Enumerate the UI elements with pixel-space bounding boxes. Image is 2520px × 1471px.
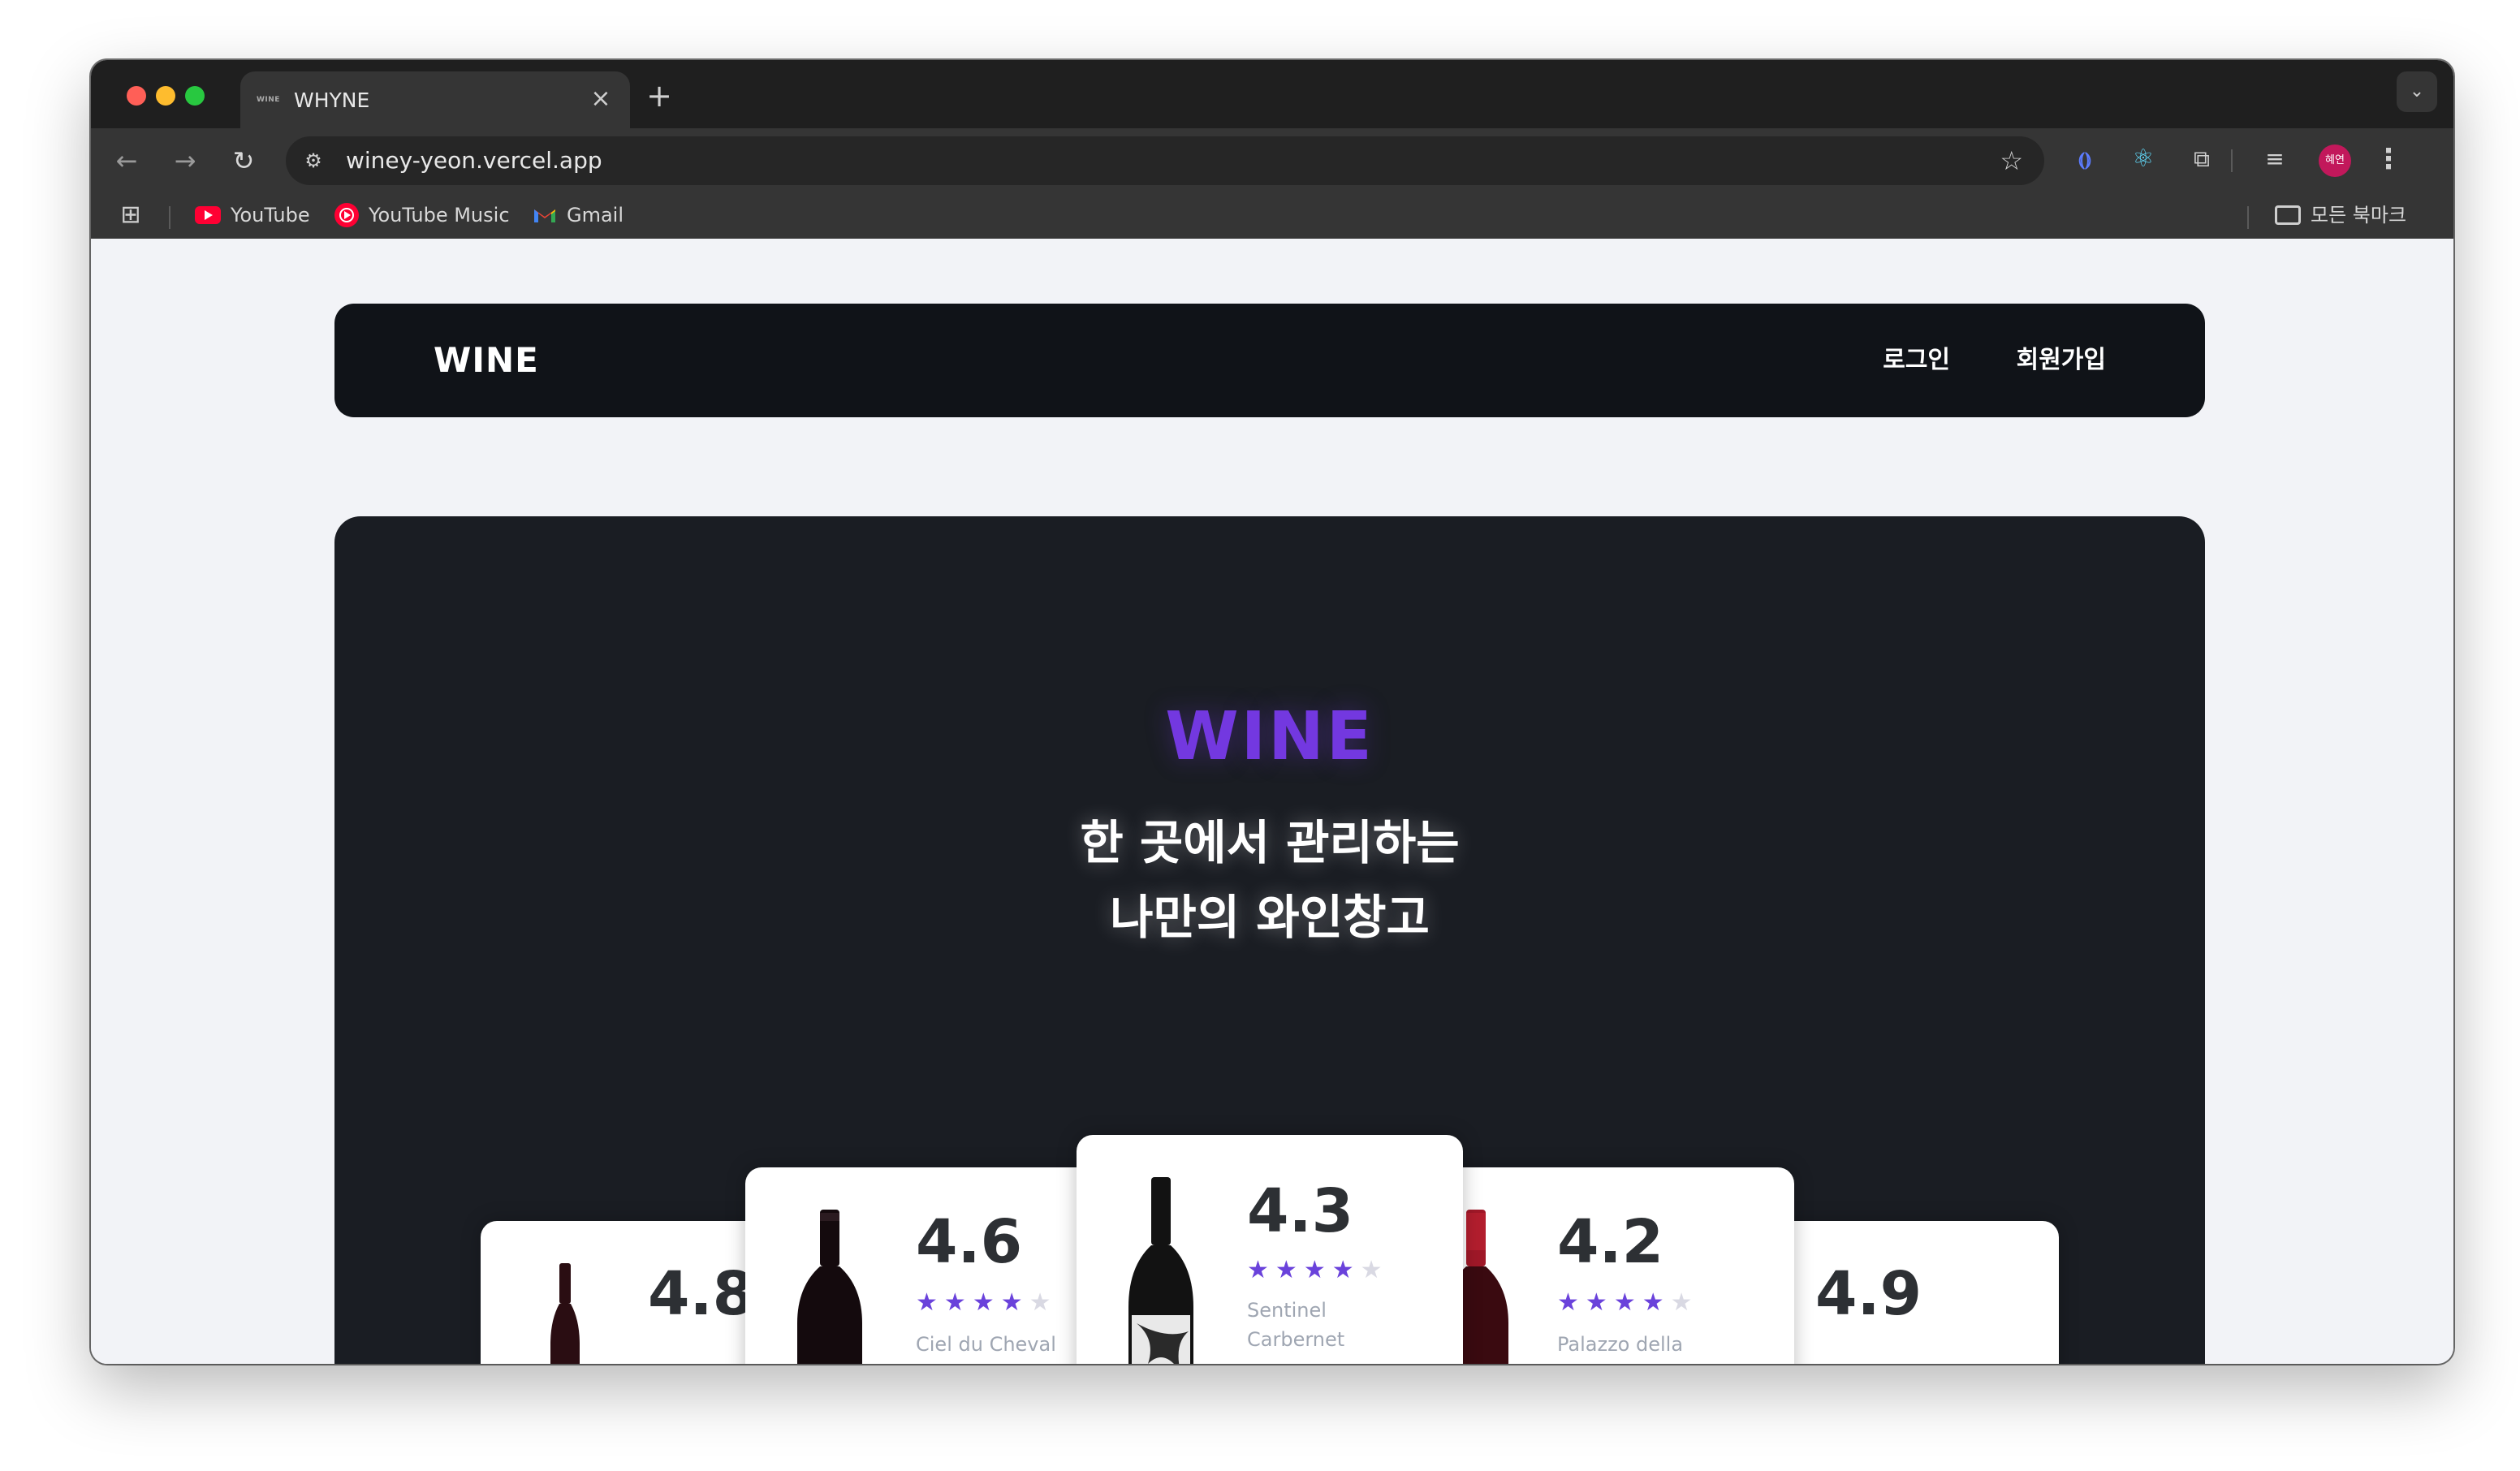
reload-icon[interactable]: ↻ bbox=[227, 145, 260, 177]
bookmarks-divider bbox=[169, 206, 170, 229]
bookmark-label: YouTube Music bbox=[369, 204, 510, 226]
wine-rating: 4.3 bbox=[1247, 1176, 1354, 1246]
browser-toolbar: ← → ↻ ⚙ winey-yeon.vercel.app ☆ ⦅⦆ ⚛ ⧉ ≡… bbox=[91, 128, 2453, 192]
page-viewport: WINE 로그인 회원가입 WINE 한 곳에서 관리하는 나만의 와인창고 4… bbox=[91, 239, 2453, 1364]
voice-extension-icon[interactable]: ⦅⦆ bbox=[2069, 143, 2101, 175]
signup-link[interactable]: 회원가입 bbox=[2017, 343, 2106, 378]
wine-rating: 4.9 bbox=[1815, 1259, 1922, 1329]
wine-name: Palazzo della bbox=[1557, 1333, 1684, 1356]
star-filled-icon: ★ bbox=[916, 1288, 938, 1317]
more-menu-icon[interactable]: ⋮ bbox=[2372, 143, 2405, 175]
maximize-window-button[interactable] bbox=[185, 86, 205, 106]
bookmark-gmail[interactable]: Gmail bbox=[533, 201, 624, 229]
youtube-music-icon bbox=[334, 203, 359, 227]
wine-bottle-icon bbox=[797, 1210, 862, 1364]
hero-logo: WINE bbox=[1165, 698, 1374, 775]
wine-card[interactable]: 4.6 ★ ★ ★ ★ ★ Ciel du Cheval bbox=[745, 1167, 1094, 1364]
youtube-icon bbox=[195, 206, 221, 224]
star-rating: ★ ★ ★ ★ ★ bbox=[1247, 1257, 1383, 1284]
bookmark-star-icon[interactable]: ☆ bbox=[2000, 146, 2023, 175]
forward-arrow-icon[interactable]: → bbox=[169, 145, 201, 177]
gmail-icon bbox=[534, 209, 555, 222]
close-tab-icon[interactable]: × bbox=[588, 86, 614, 112]
star-filled-icon: ★ bbox=[1642, 1288, 1664, 1317]
star-filled-icon: ★ bbox=[1303, 1256, 1326, 1284]
tab-favicon-icon: WINE bbox=[257, 96, 280, 104]
star-filled-icon: ★ bbox=[972, 1288, 995, 1317]
star-filled-icon: ★ bbox=[1585, 1288, 1607, 1317]
react-devtools-icon[interactable]: ⚛ bbox=[2127, 143, 2160, 175]
tab-title: WHYNE bbox=[294, 88, 370, 112]
star-filled-icon: ★ bbox=[1000, 1288, 1023, 1317]
wine-name-line2: Carbernet bbox=[1247, 1328, 1345, 1351]
star-rating: ★ ★ ★ ★ ★ bbox=[916, 1289, 1051, 1317]
tab-search-chevron-icon[interactable]: ⌄ bbox=[2397, 71, 2437, 112]
media-controls-icon[interactable]: ≡ bbox=[2259, 143, 2291, 175]
wine-card[interactable]: 4.9 bbox=[1767, 1221, 2059, 1364]
bookmark-youtube-music[interactable]: YouTube Music bbox=[334, 201, 510, 229]
site-info-icon[interactable]: ⚙ bbox=[300, 148, 326, 174]
all-bookmarks-button[interactable]: 모든 북마크 bbox=[2275, 201, 2406, 229]
site-header: WINE 로그인 회원가입 bbox=[334, 304, 2205, 417]
wine-card[interactable]: 4.2 ★ ★ ★ ★ ★ Palazzo della bbox=[1443, 1167, 1794, 1364]
hero-headline-line1: 한 곳에서 관리하는 bbox=[1080, 815, 1460, 870]
hero-headline-line2: 나만의 와인창고 bbox=[1110, 890, 1430, 945]
wine-card[interactable]: 4.8 bbox=[481, 1221, 773, 1364]
apps-grid-icon[interactable]: ⊞ bbox=[119, 203, 143, 227]
all-bookmarks-label: 모든 북마크 bbox=[2311, 204, 2407, 226]
browser-window: WINE WHYNE × + ⌄ ← → ↻ ⚙ winey-yeon.verc… bbox=[91, 60, 2453, 1364]
folder-icon bbox=[2275, 205, 2301, 225]
close-window-button[interactable] bbox=[127, 86, 146, 106]
url-text[interactable]: winey-yeon.vercel.app bbox=[346, 147, 602, 175]
wine-name: Ciel du Cheval bbox=[916, 1333, 1056, 1356]
profile-avatar[interactable]: 혜연 bbox=[2319, 145, 2351, 177]
wine-bottle-icon bbox=[550, 1263, 580, 1364]
login-link[interactable]: 로그인 bbox=[1883, 343, 1950, 378]
bookmark-label: Gmail bbox=[567, 204, 624, 226]
wine-card[interactable]: 4.3 ★ ★ ★ ★ ★ Sentinel Carbernet bbox=[1077, 1135, 1463, 1364]
site-logo[interactable]: WINE bbox=[434, 338, 539, 383]
minimize-window-button[interactable] bbox=[156, 86, 175, 106]
star-filled-icon: ★ bbox=[943, 1288, 966, 1317]
back-arrow-icon[interactable]: ← bbox=[110, 145, 143, 177]
bookmark-youtube[interactable]: YouTube bbox=[195, 201, 310, 229]
extensions-puzzle-icon[interactable]: ⧉ bbox=[2186, 143, 2218, 175]
bookmarks-divider bbox=[2247, 206, 2249, 229]
star-rating: ★ ★ ★ ★ ★ bbox=[1557, 1289, 1693, 1317]
wine-name-line1: Sentinel bbox=[1247, 1299, 1327, 1322]
new-tab-button[interactable]: + bbox=[643, 80, 675, 112]
star-empty-icon: ★ bbox=[1670, 1288, 1693, 1317]
wine-rating: 4.8 bbox=[648, 1259, 755, 1329]
star-filled-icon: ★ bbox=[1331, 1256, 1354, 1284]
star-filled-icon: ★ bbox=[1247, 1256, 1269, 1284]
tab-strip: WINE WHYNE × + ⌄ bbox=[91, 60, 2453, 128]
star-empty-icon: ★ bbox=[1029, 1288, 1051, 1317]
star-filled-icon: ★ bbox=[1557, 1288, 1579, 1317]
wine-rating: 4.6 bbox=[916, 1207, 1023, 1277]
bookmark-label: YouTube bbox=[231, 204, 310, 226]
toolbar-divider bbox=[2231, 149, 2233, 172]
star-filled-icon: ★ bbox=[1613, 1288, 1636, 1317]
star-filled-icon: ★ bbox=[1275, 1256, 1297, 1284]
wine-bottle-icon bbox=[1128, 1177, 1193, 1364]
active-tab[interactable]: WINE WHYNE × bbox=[240, 71, 630, 128]
hero-section: WINE 한 곳에서 관리하는 나만의 와인창고 4.8 4.9 4.6 ★ ★… bbox=[334, 516, 2205, 1364]
address-bar[interactable]: ⚙ winey-yeon.vercel.app ☆ bbox=[286, 136, 2044, 185]
bookmarks-bar: ⊞ YouTube YouTube Music Gmail 모든 북마크 bbox=[91, 192, 2453, 239]
star-empty-icon: ★ bbox=[1360, 1256, 1383, 1284]
wine-rating: 4.2 bbox=[1557, 1207, 1664, 1277]
